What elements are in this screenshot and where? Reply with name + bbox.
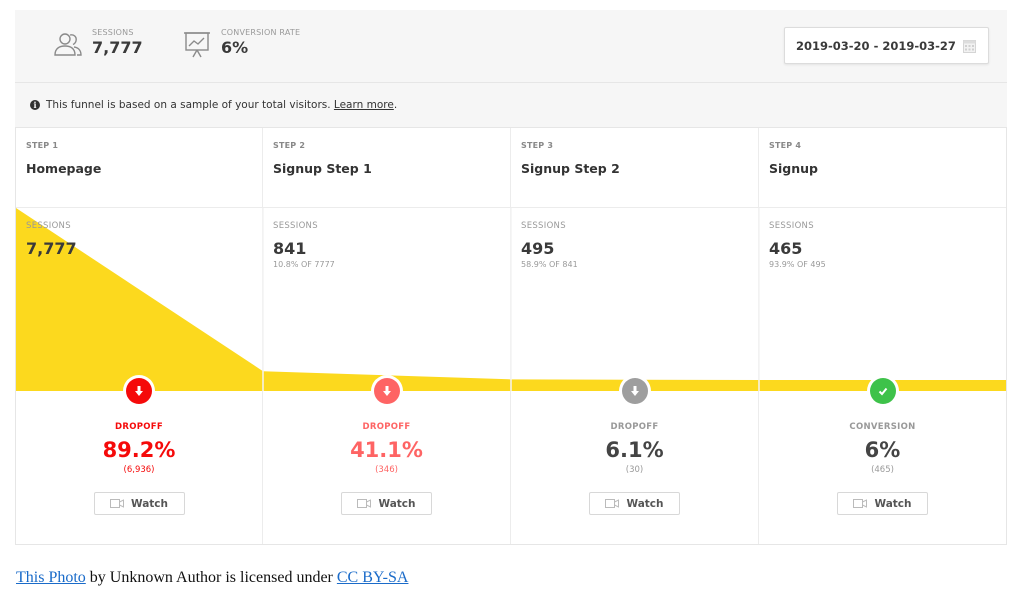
dropoff-badge (123, 375, 155, 407)
funnel-table: STEP 1 Homepage SESSIONS 7,777 DROPOFF 8… (15, 127, 1007, 545)
sessions-label: SESSIONS (26, 221, 71, 231)
video-camera-icon (109, 499, 124, 508)
sessions-stat: SESSIONS 7,777 (52, 28, 143, 61)
arrow-down-icon (622, 378, 648, 404)
video-camera-icon (357, 499, 372, 508)
step-header: STEP 4 Signup (759, 128, 1006, 208)
summary-header: SESSIONS 7,777 CONVERSION RATE 6% 2019-0… (15, 10, 1007, 83)
sessions-share: 10.8% OF 7777 (273, 260, 335, 269)
watch-button[interactable]: Watch (341, 492, 432, 515)
outcome-label: DROPOFF (115, 422, 163, 432)
outcome-count: (30) (625, 465, 644, 475)
date-range-value: 2019-03-20 - 2019-03-27 (796, 38, 956, 53)
sessions-share: 93.9% OF 495 (769, 260, 826, 269)
photo-link[interactable]: This Photo (16, 569, 86, 586)
sessions-label: SESSIONS (769, 221, 814, 231)
conversion-rate-value: 6% (221, 38, 249, 57)
watch-label: Watch (130, 497, 168, 510)
outcome-percent: 6.1% (605, 438, 664, 462)
outcome-label: DROPOFF (362, 422, 411, 432)
checkmark-icon (870, 378, 896, 404)
step-name: Signup Step 2 (521, 161, 620, 176)
outcome-count: (465) (871, 465, 894, 475)
step-name: Homepage (26, 161, 102, 176)
video-camera-icon (853, 499, 868, 508)
step-outcome: DROPOFF 89.2% (6,936) Watch (16, 422, 262, 515)
watch-button[interactable]: Watch (93, 492, 185, 515)
sessions-label: SESSIONS (521, 221, 566, 231)
step-header: STEP 2 Signup Step 1 (263, 128, 510, 208)
users-icon (54, 33, 82, 56)
sessions-count: 7,777 (26, 239, 77, 258)
step-number: STEP 2 (273, 141, 306, 150)
sessions-value: 7,777 (92, 38, 143, 57)
step-number: STEP 3 (521, 141, 554, 150)
video-camera-icon (605, 499, 620, 508)
step-sessions: SESSIONS 465 93.9% OF 495 (769, 221, 826, 269)
outcome-percent: 41.1% (350, 438, 423, 462)
sessions-label: SESSIONS (92, 28, 134, 37)
step-sessions: SESSIONS 495 58.9% OF 841 (521, 221, 578, 269)
conversion-rate-label: CONVERSION RATE (221, 28, 301, 37)
outcome-count: (6,936) (123, 465, 155, 475)
sessions-share: 58.9% OF 841 (521, 260, 578, 269)
step-number: STEP 1 (26, 141, 59, 150)
sample-notice-suffix: . (393, 99, 398, 111)
dropoff-badge (371, 375, 403, 407)
step-header: STEP 3 Signup Step 2 (511, 128, 758, 208)
sample-notice: i This funnel is based on a sample of yo… (15, 83, 1007, 127)
outcome-count: (346) (375, 465, 398, 475)
outcome-label: DROPOFF (610, 422, 659, 432)
sessions-count: 841 (273, 239, 307, 258)
conversion-rate-stat: CONVERSION RATE 6% (181, 28, 300, 61)
sessions-label: SESSIONS (273, 221, 318, 231)
step-sessions: SESSIONS 7,777 (26, 221, 77, 260)
step-outcome: DROPOFF 6.1% (30) Watch (511, 422, 758, 515)
step-header: STEP 1 Homepage (16, 128, 262, 208)
funnel-area-chart (16, 208, 1006, 391)
photo-credit: This Photo by Unknown Author is licensed… (16, 569, 408, 587)
presentation-chart-icon (184, 32, 210, 58)
sessions-count: 495 (521, 239, 555, 258)
calendar-icon (963, 40, 976, 53)
watch-button[interactable]: Watch (837, 492, 928, 515)
learn-more-link[interactable]: Learn more (334, 99, 394, 111)
outcome-percent: 6% (864, 438, 901, 462)
step-sessions: SESSIONS 841 10.8% OF 7777 (273, 221, 335, 269)
arrow-down-icon (126, 378, 152, 404)
date-range-picker[interactable]: 2019-03-20 - 2019-03-27 (784, 27, 989, 64)
funnel-panel: SESSIONS 7,777 CONVERSION RATE 6% 2019-0… (15, 10, 1007, 545)
license-link[interactable]: CC BY-SA (337, 569, 409, 586)
step-outcome: CONVERSION 6% (465) Watch (759, 422, 1006, 515)
conversion-badge (867, 375, 899, 407)
step-outcome: DROPOFF 41.1% (346) Watch (263, 422, 510, 515)
step-number: STEP 4 (769, 141, 802, 150)
outcome-label: CONVERSION (849, 422, 916, 432)
info-icon: i (30, 100, 40, 110)
credit-text: by Unknown Author is licensed under (85, 569, 337, 586)
sample-notice-text: This funnel is based on a sample of your… (46, 99, 331, 111)
sessions-count: 465 (769, 239, 803, 258)
arrow-down-icon (374, 378, 400, 404)
watch-button[interactable]: Watch (589, 492, 680, 515)
step-name: Signup Step 1 (273, 161, 372, 176)
watch-label: Watch (626, 497, 664, 510)
outcome-percent: 89.2% (102, 438, 176, 462)
watch-label: Watch (874, 497, 912, 510)
watch-label: Watch (378, 497, 416, 510)
dropoff-badge (619, 375, 651, 407)
step-name: Signup (769, 161, 818, 176)
